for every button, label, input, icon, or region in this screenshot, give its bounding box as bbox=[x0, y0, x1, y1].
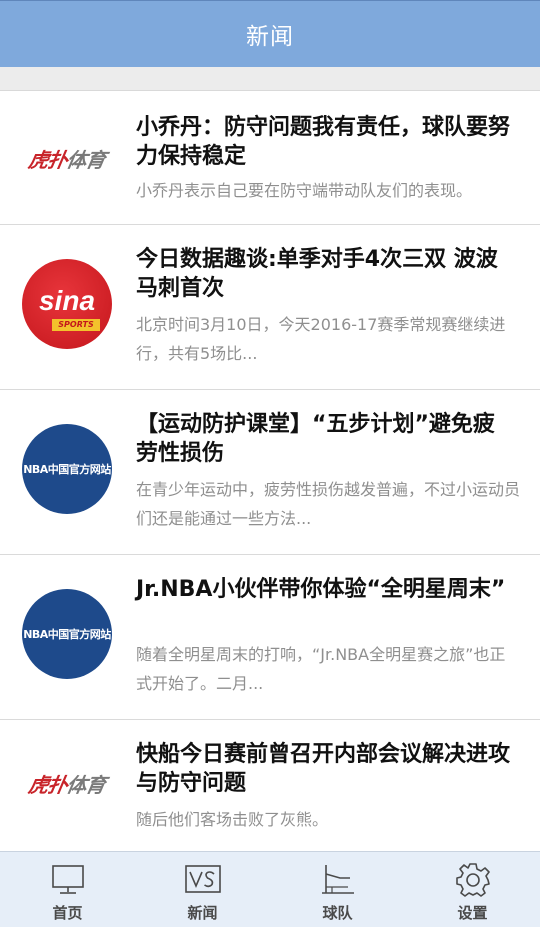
news-item[interactable]: NBA中国官方网站 Jr.NBA小伙伴带你体验“全明星周末” 随着全明星周末的打… bbox=[0, 555, 540, 720]
tab-news[interactable]: 新闻 bbox=[135, 852, 270, 927]
news-title: 小乔丹：防守问题我有责任，球队要努力保持稳定 bbox=[136, 115, 511, 169]
news-item[interactable]: sina SPORTS 今日数据趣谈:单季对手4次三双 波波马刺首次 北京时间3… bbox=[0, 225, 540, 390]
tab-label: 球队 bbox=[322, 904, 353, 922]
hupu-logo: 虎扑体育 bbox=[26, 147, 107, 172]
app-header: 新闻 bbox=[0, 0, 540, 67]
page-title: 新闻 bbox=[246, 24, 294, 50]
court-icon bbox=[321, 865, 354, 894]
tab-label: 设置 bbox=[457, 904, 488, 922]
tab-settings[interactable]: 设置 bbox=[405, 852, 540, 927]
vs-icon bbox=[184, 865, 221, 893]
gear-icon bbox=[455, 863, 490, 897]
news-item[interactable]: 虎扑体育 快船今日赛前曾召开内部会议解决进攻与防守问题 随后他们客场击败了灰熊。 bbox=[0, 720, 540, 852]
news-summary: 北京时间3月10日，今天2016-17赛季常规赛继续进行，共有5场比... bbox=[136, 315, 506, 363]
news-summary: 在青少年运动中，疲劳性损伤越发普遍，不过小运动员们还是能通过一些方法... bbox=[136, 480, 521, 528]
nba-china-logo: NBA中国官方网站 bbox=[22, 424, 112, 514]
nba-china-logo: NBA中国官方网站 bbox=[22, 589, 112, 679]
tab-label: 首页 bbox=[52, 904, 83, 922]
news-summary: 随后他们客场击败了灰熊。 bbox=[136, 810, 329, 829]
bottom-tab-bar: 首页 新闻 球队 设置 bbox=[0, 851, 540, 927]
news-title: Jr.NBA小伙伴带你体验“全明星周末” bbox=[136, 577, 506, 602]
header-spacer bbox=[0, 67, 540, 91]
tab-home[interactable]: 首页 bbox=[0, 852, 135, 927]
news-title: 快船今日赛前曾召开内部会议解决进攻与防守问题 bbox=[136, 742, 511, 796]
news-title: 【运动防护课堂】“五步计划”避免疲劳性损伤 bbox=[136, 412, 495, 466]
news-summary: 随着全明星周末的打响，“Jr.NBA全明星赛之旅”也正式开始了。二月... bbox=[136, 645, 506, 693]
hupu-logo: 虎扑体育 bbox=[26, 772, 107, 797]
tab-label: 新闻 bbox=[187, 904, 218, 922]
tab-teams[interactable]: 球队 bbox=[270, 852, 405, 927]
news-list[interactable]: 虎扑体育 小乔丹：防守问题我有责任，球队要努力保持稳定 小乔丹表示自己要在防守端… bbox=[0, 91, 540, 852]
news-item[interactable]: NBA中国官方网站 【运动防护课堂】“五步计划”避免疲劳性损伤 在青少年运动中，… bbox=[0, 390, 540, 555]
sina-sports-logo: sina SPORTS bbox=[22, 259, 112, 349]
news-item[interactable]: 虎扑体育 小乔丹：防守问题我有责任，球队要努力保持稳定 小乔丹表示自己要在防守端… bbox=[0, 91, 540, 225]
news-title: 今日数据趣谈:单季对手4次三双 波波马刺首次 bbox=[136, 247, 498, 301]
monitor-icon bbox=[51, 865, 84, 894]
news-summary: 小乔丹表示自己要在防守端带动队友们的表现。 bbox=[136, 181, 473, 200]
